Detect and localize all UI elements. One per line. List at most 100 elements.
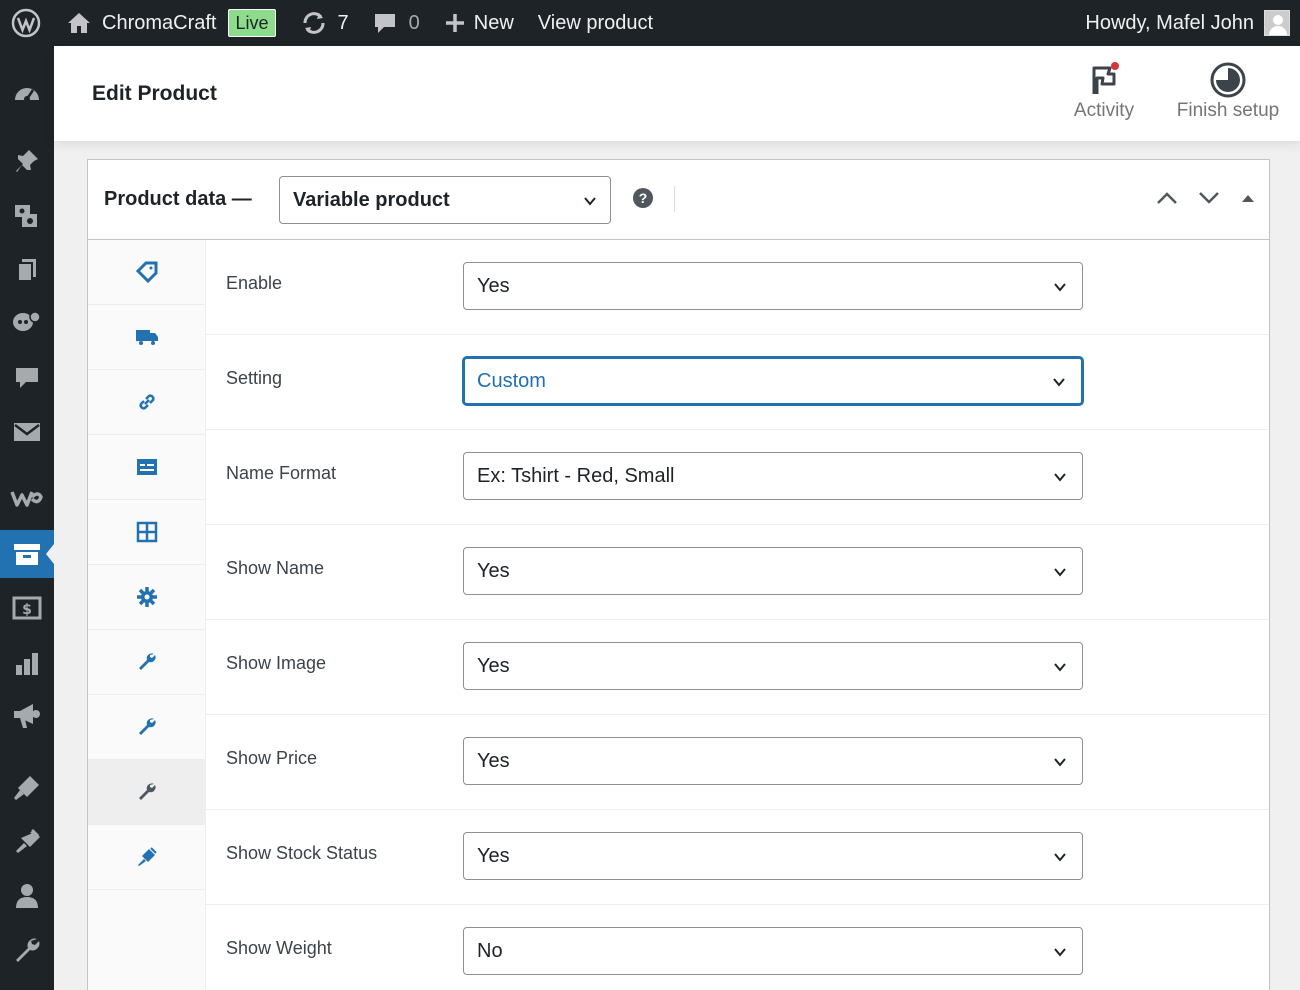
field-label: Show Name [226,558,325,578]
field-row-show-stock-status: Show Stock Status Yes [206,810,1269,905]
field-label: Show Price [226,748,318,768]
wrench-icon [139,653,156,670]
tab-shipping[interactable] [88,305,206,370]
site-name: ChromaCraft [102,11,217,34]
select-value: Ex: Tshirt - Red, Small [477,464,675,487]
divider [674,186,675,212]
gear-icon [137,587,157,607]
page-header: Edit Product Activity Finish setup [54,46,1300,141]
howdy-greeting: Howdy, Mafel John [1085,11,1254,34]
help-icon[interactable]: ? [633,188,653,208]
products-icon[interactable] [0,530,54,578]
field-row-setting: Setting Custom [206,335,1269,430]
tab-advanced[interactable] [88,565,206,630]
show-image-select[interactable]: Yes [463,642,1083,690]
activity-button[interactable]: Activity [1068,60,1140,122]
show-price-select[interactable]: Yes [463,737,1083,785]
tab-general[interactable] [88,240,206,305]
product-data-panel: Product data — Variable product ? Enable… [87,159,1270,990]
field-row-show-weight: Show Weight No [206,905,1269,990]
product-data-header: Product data — Variable product ? [88,160,1269,240]
dashboard-icon[interactable] [0,68,54,116]
move-up-icon[interactable] [1156,190,1178,206]
tab-wrench-2[interactable] [88,695,206,760]
posts-icon[interactable] [0,137,54,185]
field-label: Setting [226,368,283,388]
name-format-select[interactable]: Ex: Tshirt - Red, Small [463,452,1083,500]
select-value: Custom [477,369,546,392]
tab-plugin[interactable] [88,825,206,890]
plus-icon [445,14,464,32]
tab-variations[interactable] [88,500,206,565]
updates-link[interactable]: 7 [288,0,361,46]
finish-setup-label: Finish setup [1176,100,1280,121]
tab-linked-products[interactable] [88,370,206,435]
admin-side-menu: $ [0,46,54,990]
select-value: No [477,939,503,962]
finish-setup-button[interactable]: Finish setup [1172,60,1284,122]
woocommerce-icon[interactable] [0,474,54,522]
field-row-show-image: Show Image Yes [206,620,1269,715]
tab-wrench-1[interactable] [88,630,206,695]
comments-count: 0 [408,11,420,34]
field-label: Show Image [226,653,327,673]
analytics-icon[interactable] [0,640,54,688]
wrench-icon [139,783,156,800]
attributes-icon [137,459,157,475]
chevron-down-icon [1053,378,1065,387]
activity-label: Activity [1073,100,1135,121]
progress-ring-icon [1210,62,1246,98]
collapse-toggle-icon[interactable] [1241,193,1255,203]
show-name-select[interactable]: Yes [463,547,1083,595]
wrench-icon [139,718,156,735]
mail-icon[interactable] [0,408,54,456]
chevron-down-icon [1054,663,1066,672]
media-icon[interactable] [0,192,54,240]
show-stock-status-select[interactable]: Yes [463,832,1083,880]
field-row-show-name: Show Name Yes [206,525,1269,620]
chevron-down-icon [1054,948,1066,957]
view-product-link[interactable]: View product [526,0,665,46]
updates-icon [303,12,325,34]
enable-select[interactable]: Yes [463,262,1083,310]
tag-icon [136,261,158,283]
marketing-icon[interactable] [0,692,54,740]
comment-icon [374,14,395,33]
truck-icon [136,330,158,345]
comments-icon[interactable] [0,354,54,402]
wordpress-logo-icon[interactable] [0,0,52,46]
field-row-name-format: Name Format Ex: Tshirt - Red, Small [206,430,1269,525]
feedback-icon[interactable] [0,298,54,346]
tab-wrench-3[interactable] [88,760,206,825]
my-account-link[interactable]: Howdy, Mafel John [1073,0,1290,46]
svg-text:$: $ [22,602,32,618]
tools-icon[interactable] [0,926,54,974]
setting-select[interactable]: Custom [463,357,1083,405]
field-label: Enable [226,273,283,293]
link-icon [139,394,155,410]
new-content-link[interactable]: New [432,0,526,46]
chevron-down-icon [1054,853,1066,862]
select-value: Yes [477,749,510,772]
product-type-select[interactable]: Variable product [279,176,611,224]
field-row-enable: Enable Yes [206,240,1269,335]
plugins-icon[interactable] [0,818,54,866]
tab-attributes[interactable] [88,435,206,500]
show-weight-select[interactable]: No [463,927,1083,975]
live-status-badge: Live [228,9,276,37]
pages-icon[interactable] [0,246,54,294]
chevron-down-icon [1054,568,1066,577]
move-down-icon[interactable] [1198,190,1220,206]
field-label: Show Stock Status [226,843,378,863]
users-icon[interactable] [0,872,54,920]
variations-grid-icon [136,521,158,543]
page-title: Edit Product [92,82,217,105]
product-type-value: Variable product [293,188,450,211]
comments-link[interactable]: 0 [361,0,432,46]
payments-icon[interactable]: $ [0,584,54,632]
appearance-icon[interactable] [0,764,54,812]
select-value: Yes [477,274,510,297]
chevron-down-icon [1054,283,1066,292]
site-name-link[interactable]: ChromaCraft Live [52,0,288,46]
updates-count: 7 [337,11,349,34]
